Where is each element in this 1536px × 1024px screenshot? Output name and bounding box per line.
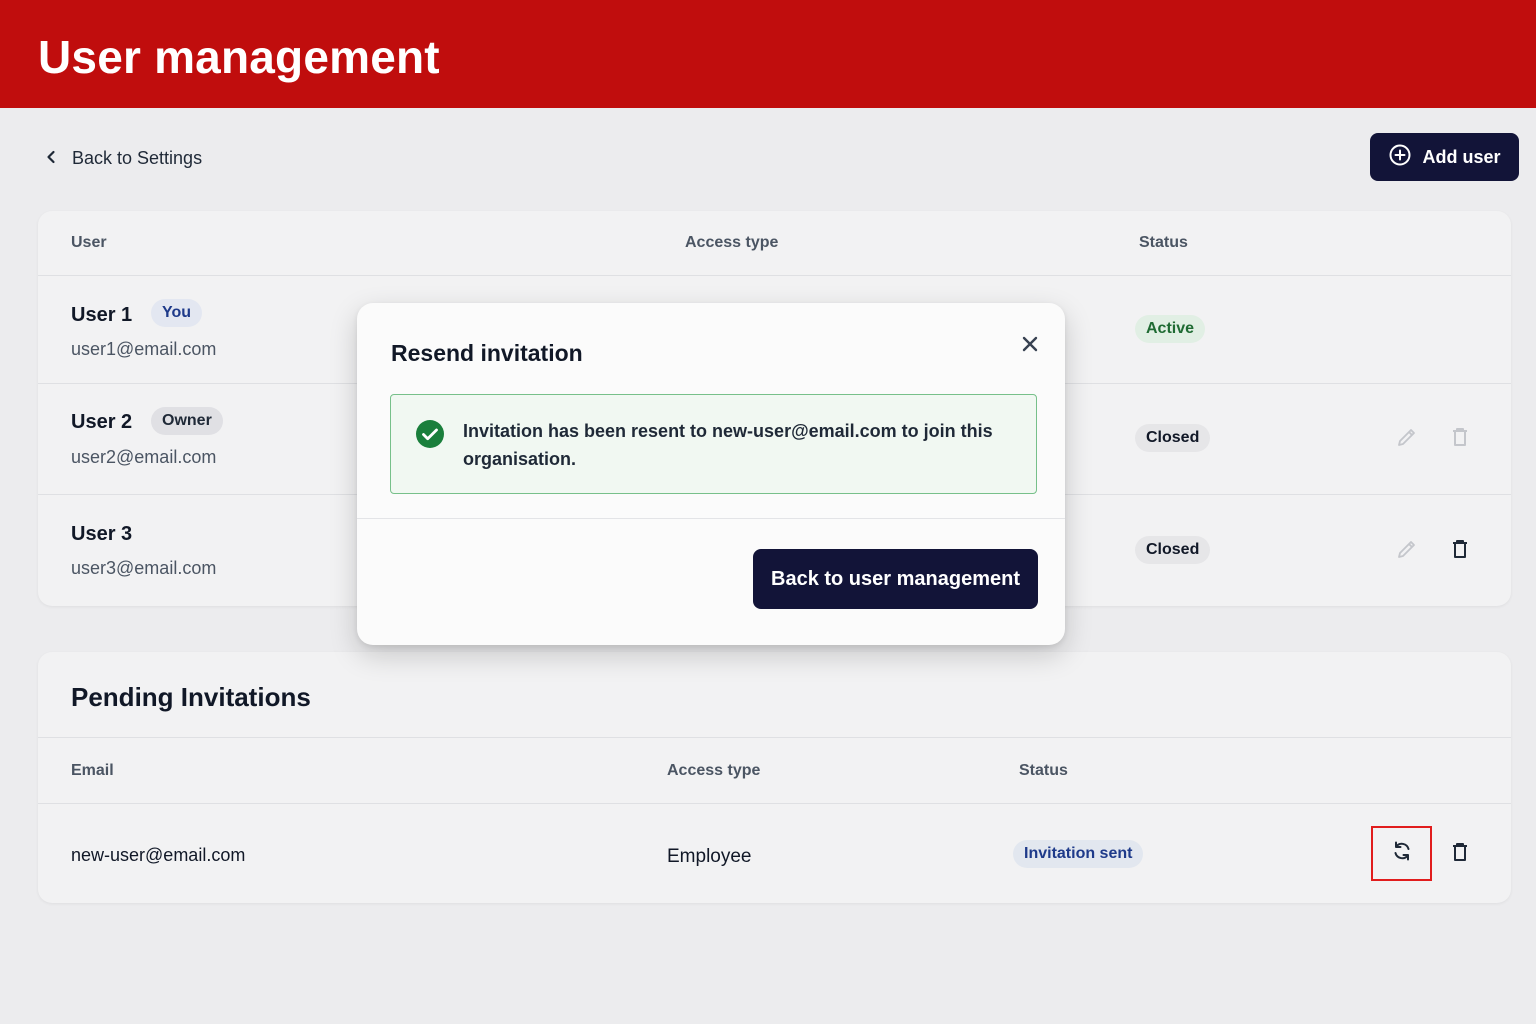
trash-icon — [1448, 537, 1472, 566]
back-to-settings-link[interactable]: Back to Settings — [44, 144, 202, 172]
edit-user-button[interactable] — [1391, 423, 1423, 455]
trash-icon — [1448, 840, 1472, 869]
user-name: User 2 — [71, 411, 133, 433]
owner-badge: Owner — [151, 407, 223, 435]
status-badge: Closed — [1135, 536, 1211, 564]
page-title: User management — [38, 31, 440, 83]
pending-invitations-section: Pending Invitations Email Access type St… — [38, 652, 1511, 903]
delete-user-button[interactable] — [1444, 423, 1476, 455]
user-email: user3@email.com — [71, 558, 217, 578]
app-header: User management — [0, 0, 1536, 108]
column-header-access-type: Access type — [667, 762, 761, 779]
invite-email: new-user@email.com — [71, 845, 246, 865]
close-icon — [1021, 335, 1039, 358]
add-user-button[interactable]: Add user — [1370, 133, 1519, 181]
delete-invitation-button[interactable] — [1444, 838, 1476, 870]
resend-invitation-button[interactable] — [1371, 826, 1432, 881]
table-divider — [38, 275, 1511, 276]
refresh-icon — [1390, 839, 1414, 868]
trash-icon — [1448, 425, 1472, 454]
add-user-label: Add user — [1422, 146, 1501, 167]
column-header-status: Status — [1139, 234, 1188, 251]
back-link-label: Back to Settings — [72, 147, 203, 168]
success-message: Invitation has been resent to new-user@e… — [463, 421, 993, 469]
pencil-icon — [1395, 537, 1419, 566]
section-divider — [38, 737, 1511, 738]
table-divider — [38, 803, 1511, 804]
you-badge: You — [151, 299, 203, 327]
pending-invitations-title: Pending Invitations — [71, 682, 311, 712]
close-dialog-button[interactable] — [1017, 333, 1043, 359]
column-header-email: Email — [71, 762, 114, 779]
column-header-access-type: Access type — [685, 234, 779, 251]
dialog-divider — [357, 518, 1065, 519]
status-badge: Invitation sent — [1013, 840, 1144, 868]
pencil-icon — [1395, 425, 1419, 454]
column-header-status: Status — [1019, 762, 1068, 779]
delete-user-button[interactable] — [1444, 535, 1476, 567]
user-name: User 1 — [71, 304, 133, 326]
chevron-left-icon — [44, 148, 58, 169]
status-badge: Closed — [1135, 424, 1211, 452]
user-email: user1@email.com — [71, 339, 217, 359]
invite-access-type: Employee — [667, 846, 752, 867]
column-header-user: User — [71, 234, 107, 251]
user-email: user2@email.com — [71, 447, 217, 467]
plus-circle-icon — [1388, 143, 1412, 172]
resend-invitation-dialog: Resend invitation Invitation has been re… — [357, 303, 1065, 645]
user-name: User 3 — [71, 523, 133, 545]
status-badge: Active — [1135, 315, 1206, 343]
success-alert: Invitation has been resent to new-user@e… — [390, 394, 1037, 494]
dialog-title: Resend invitation — [391, 340, 583, 366]
check-circle-icon — [415, 419, 445, 449]
back-to-user-management-button[interactable]: Back to user management — [753, 549, 1038, 609]
edit-user-button[interactable] — [1391, 535, 1423, 567]
